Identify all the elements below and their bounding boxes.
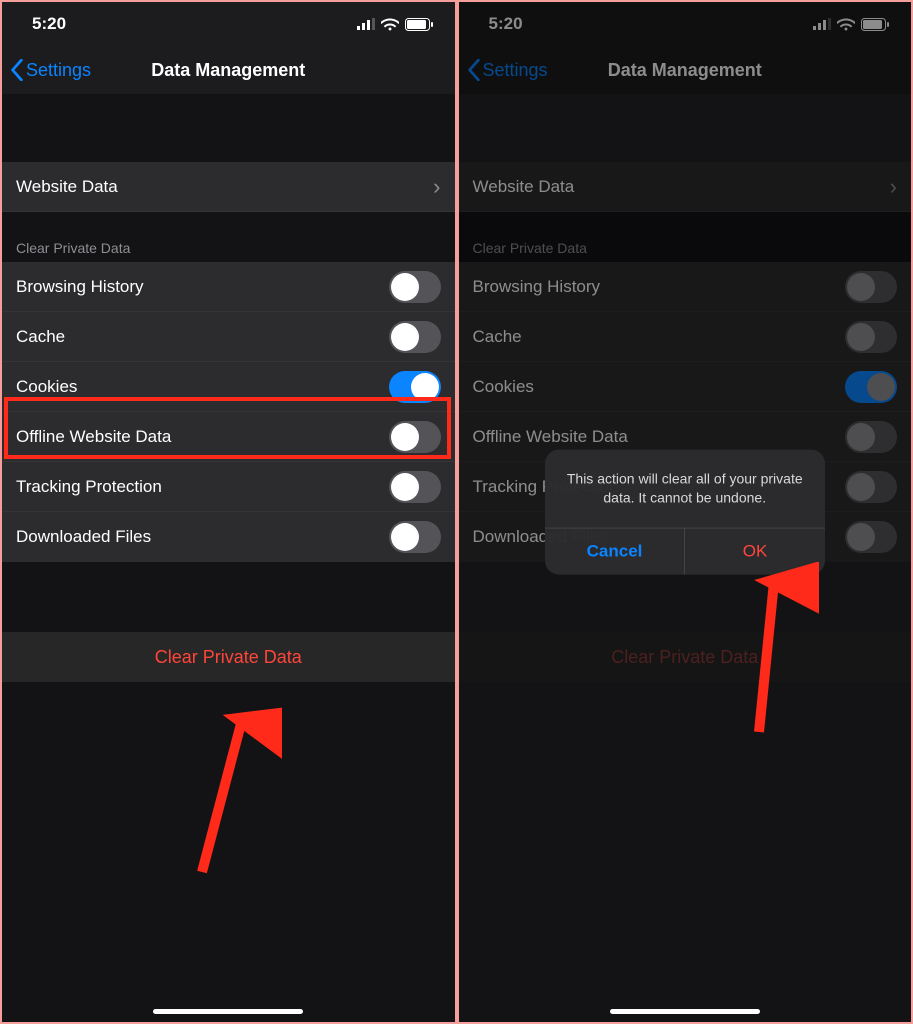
annotation-arrow-clear	[162, 702, 282, 882]
toggle-switch[interactable]	[389, 521, 441, 553]
toggle-knob	[411, 373, 439, 401]
status-icons	[813, 18, 889, 31]
spacer	[2, 94, 455, 162]
toggle-knob	[391, 523, 419, 551]
toggle-switch[interactable]	[389, 321, 441, 353]
toggle-knob	[847, 323, 875, 351]
toggle-switch[interactable]	[389, 471, 441, 503]
section-header: Clear Private Data	[473, 240, 587, 256]
confirm-alert: This action will clear all of your priva…	[545, 450, 825, 575]
alert-message: This action will clear all of your priva…	[545, 450, 825, 528]
toggle-knob	[847, 523, 875, 551]
toggle-label: Cache	[16, 327, 65, 347]
toggle-switch[interactable]	[845, 321, 897, 353]
website-data-label: Website Data	[473, 177, 575, 197]
status-time: 5:20	[489, 14, 523, 34]
back-button[interactable]: Settings	[10, 59, 91, 81]
website-data-row[interactable]: Website Data ›	[459, 162, 912, 212]
wifi-icon	[837, 18, 855, 31]
toggle-knob	[867, 373, 895, 401]
status-icons	[357, 18, 433, 31]
toggle-knob	[391, 473, 419, 501]
section-gap: Clear Private Data	[2, 212, 455, 262]
toggle-knob	[847, 273, 875, 301]
toggle-switch[interactable]	[845, 521, 897, 553]
back-button[interactable]: Settings	[467, 59, 548, 81]
alert-ok-button[interactable]: OK	[685, 528, 825, 574]
toggle-label: Browsing History	[473, 277, 601, 297]
alert-cancel-button[interactable]: Cancel	[545, 528, 686, 574]
chevron-left-icon	[467, 59, 481, 81]
toggle-label: Downloaded Files	[16, 527, 151, 547]
toggle-label: Tracking Protection	[16, 477, 162, 497]
toggle-list: Browsing History Cache Cookies Offline Webs…	[2, 262, 455, 562]
toggle-knob	[391, 323, 419, 351]
toggle-row-cookies: Cookies	[459, 362, 912, 412]
section-gap: Clear Private Data	[459, 212, 912, 262]
cellular-icon	[357, 18, 375, 30]
home-indicator	[610, 1009, 760, 1014]
chevron-right-icon: ›	[890, 174, 897, 200]
chevron-left-icon	[10, 59, 24, 81]
section-header: Clear Private Data	[16, 240, 130, 256]
cellular-icon	[813, 18, 831, 30]
status-bar: 5:20	[2, 2, 455, 46]
website-data-row[interactable]: Website Data ›	[2, 162, 455, 212]
toggle-row-offline-website-data: Offline Website Data	[2, 412, 455, 462]
status-bar: 5:20	[459, 2, 912, 46]
wifi-icon	[381, 18, 399, 31]
toggle-switch[interactable]	[389, 271, 441, 303]
toggle-switch[interactable]	[389, 371, 441, 403]
toggle-knob	[391, 423, 419, 451]
toggle-switch[interactable]	[389, 421, 441, 453]
toggle-knob	[847, 473, 875, 501]
status-time: 5:20	[32, 14, 66, 34]
clear-private-data-button[interactable]: Clear Private Data	[459, 632, 912, 682]
home-indicator	[153, 1009, 303, 1014]
spacer	[459, 94, 912, 162]
toggle-knob	[847, 423, 875, 451]
toggle-row-browsing-history: Browsing History	[459, 262, 912, 312]
nav-bar: Settings Data Management	[459, 46, 912, 94]
toggle-label: Cache	[473, 327, 522, 347]
toggle-label: Browsing History	[16, 277, 144, 297]
toggle-row-cookies: Cookies	[2, 362, 455, 412]
clear-private-data-button[interactable]: Clear Private Data	[2, 632, 455, 682]
chevron-right-icon: ›	[433, 174, 440, 200]
toggle-row-downloaded-files: Downloaded Files	[2, 512, 455, 562]
spacer	[2, 562, 455, 632]
toggle-switch[interactable]	[845, 371, 897, 403]
battery-icon	[405, 18, 433, 31]
toggle-row-cache: Cache	[2, 312, 455, 362]
nav-bar: Settings Data Management	[2, 46, 455, 94]
toggle-row-tracking-protection: Tracking Protection	[2, 462, 455, 512]
toggle-knob	[391, 273, 419, 301]
website-data-label: Website Data	[16, 177, 118, 197]
back-label: Settings	[26, 60, 91, 81]
toggle-label: Cookies	[473, 377, 534, 397]
toggle-label: Offline Website Data	[16, 427, 171, 447]
toggle-label: Cookies	[16, 377, 77, 397]
toggle-switch[interactable]	[845, 271, 897, 303]
toggle-switch[interactable]	[845, 421, 897, 453]
battery-icon	[861, 18, 889, 31]
toggle-row-browsing-history: Browsing History	[2, 262, 455, 312]
screenshot-right: 5:20 Settings Data Management Website Da…	[457, 0, 913, 1024]
clear-label: Clear Private Data	[611, 647, 758, 668]
alert-buttons: Cancel OK	[545, 527, 825, 574]
back-label: Settings	[483, 60, 548, 81]
toggle-switch[interactable]	[845, 471, 897, 503]
toggle-row-cache: Cache	[459, 312, 912, 362]
screenshot-left: 5:20 Settings Data Management Website Da…	[0, 0, 457, 1024]
toggle-label: Offline Website Data	[473, 427, 628, 447]
clear-label: Clear Private Data	[155, 647, 302, 668]
